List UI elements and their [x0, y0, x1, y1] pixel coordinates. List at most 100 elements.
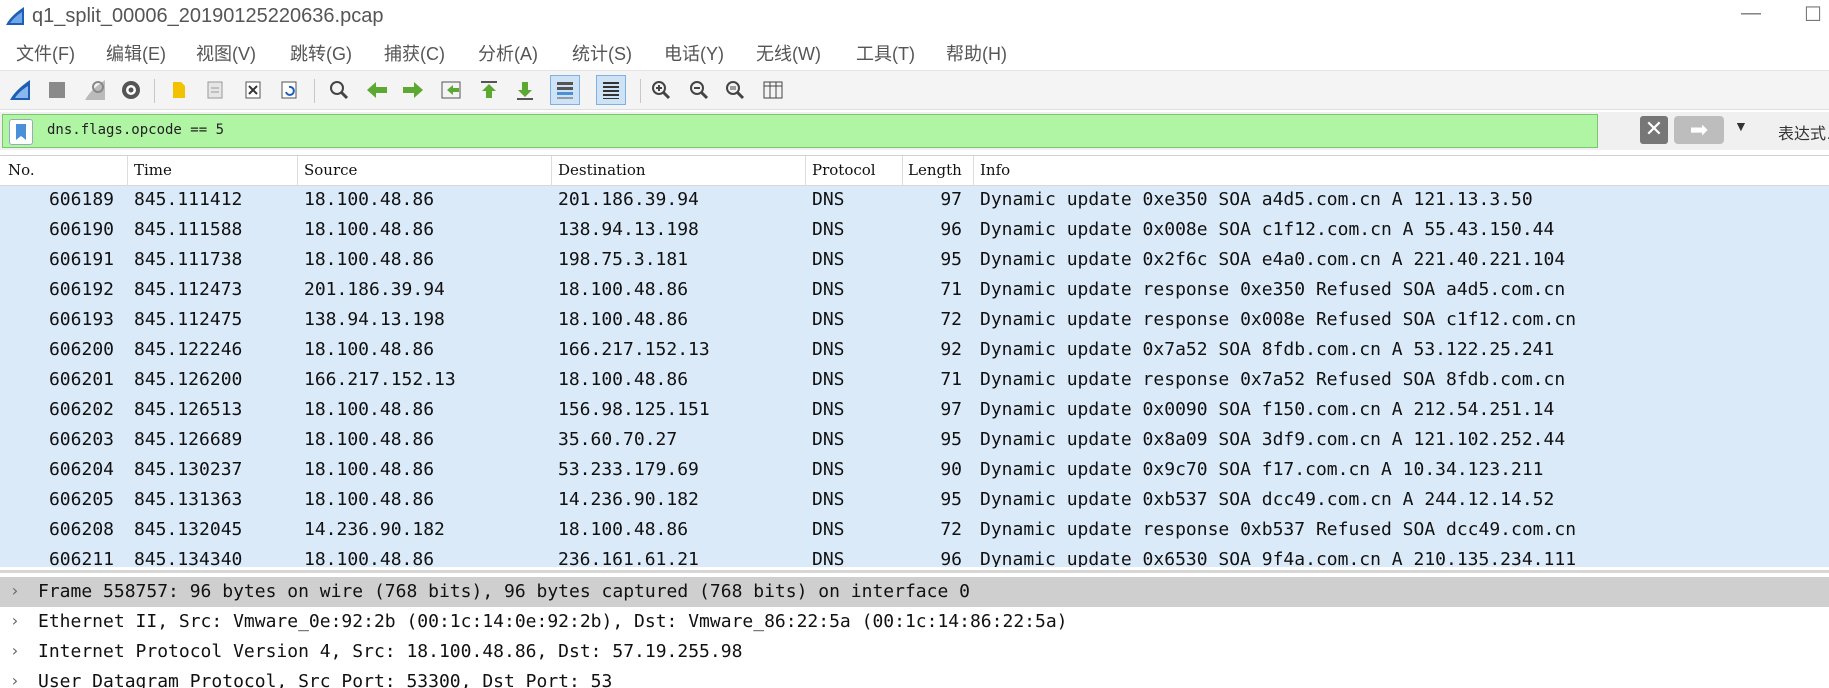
capture-options-icon[interactable] [116, 75, 146, 105]
packet-source: 18.100.48.86 [304, 399, 435, 420]
column-time[interactable]: Time [134, 161, 172, 179]
detail-tree-item[interactable]: › Frame 558757: 96 bytes on wire (768 bit… [0, 577, 1829, 607]
packet-row[interactable]: 606204 845.130237 18.100.48.86 53.233.179.6… [0, 456, 1829, 486]
filter-expression-button[interactable]: 表达式… [1778, 120, 1829, 144]
column-no[interactable]: No. [8, 161, 35, 179]
packet-length: 95 [940, 249, 962, 270]
filter-bookmark-icon[interactable] [9, 119, 33, 145]
column-length[interactable]: Length [908, 161, 962, 179]
packet-row[interactable]: 606201 845.126200 166.217.152.13 18.100.48.… [0, 366, 1829, 396]
column-source[interactable]: Source [304, 161, 357, 179]
expand-arrow-icon[interactable]: › [10, 641, 20, 660]
packet-list: No. Time Source Destination Protocol Len… [0, 155, 1829, 567]
packet-row[interactable]: 606208 845.132045 14.236.90.182 18.100.48.8… [0, 516, 1829, 546]
packet-number: 606192 [48, 279, 114, 300]
packet-info: Dynamic update 0x6530 SOA 9f4a.com.cn A … [980, 549, 1577, 567]
packet-length: 95 [940, 489, 962, 510]
packet-row[interactable]: 606190 845.111588 18.100.48.86 138.94.13.19… [0, 216, 1829, 246]
packet-source: 18.100.48.86 [304, 189, 435, 210]
packet-number: 606191 [48, 249, 114, 270]
go-to-packet-icon[interactable] [436, 75, 466, 105]
resize-columns-icon[interactable] [758, 75, 788, 105]
start-capture-icon[interactable] [5, 75, 35, 105]
packet-row[interactable]: 606193 845.112475 138.94.13.198 18.100.48.8… [0, 306, 1829, 336]
column-destination[interactable]: Destination [558, 161, 646, 179]
packet-row[interactable]: 606191 845.111738 18.100.48.86 198.75.3.181… [0, 246, 1829, 276]
packet-row[interactable]: 606200 845.122246 18.100.48.86 166.217.152.… [0, 336, 1829, 366]
clear-filter-button[interactable]: ✕ [1640, 116, 1668, 144]
go-first-icon[interactable] [474, 75, 504, 105]
detail-tree-item[interactable]: › User Datagram Protocol, Src Port: 53300… [0, 667, 1829, 688]
expand-arrow-icon[interactable]: › [10, 671, 20, 688]
detail-tree-item[interactable]: › Ethernet II, Src: Vmware_0e:92:2b (00:1… [0, 607, 1829, 637]
restart-capture-icon[interactable] [80, 75, 110, 105]
go-last-icon[interactable] [510, 75, 540, 105]
zoom-out-icon[interactable] [684, 75, 714, 105]
packet-time: 845.132045 [134, 519, 243, 540]
filter-text[interactable]: dns.flags.opcode == 5 [47, 122, 224, 138]
packet-source: 18.100.48.86 [304, 459, 435, 480]
expand-arrow-icon[interactable]: › [10, 611, 20, 630]
filter-history-dropdown[interactable]: ▼ [1734, 118, 1748, 134]
menu-help[interactable]: 帮助(H) [946, 40, 1007, 66]
packet-row[interactable]: 606192 845.112473 201.186.39.94 18.100.48.8… [0, 276, 1829, 306]
auto-scroll-icon[interactable] [550, 75, 580, 105]
packet-number: 606202 [48, 399, 114, 420]
packet-time: 845.122246 [134, 339, 243, 360]
column-info[interactable]: Info [980, 161, 1010, 179]
packet-source: 14.236.90.182 [304, 519, 445, 540]
expand-arrow-icon[interactable]: › [10, 581, 20, 600]
packet-length: 92 [940, 339, 962, 360]
packet-protocol: DNS [812, 369, 845, 390]
menu-file[interactable]: 文件(F) [16, 40, 75, 66]
open-file-icon[interactable] [164, 75, 194, 105]
maximize-button[interactable]: ☐ [1798, 2, 1828, 30]
go-forward-icon[interactable] [398, 75, 428, 105]
window-title: q1_split_00006_20190125220636.pcap [32, 5, 384, 27]
stop-capture-icon[interactable] [42, 75, 72, 105]
reload-file-icon[interactable] [274, 75, 304, 105]
find-packet-icon[interactable] [324, 75, 354, 105]
packet-number: 606203 [48, 429, 114, 450]
menu-analyze[interactable]: 分析(A) [478, 40, 538, 66]
column-protocol[interactable]: Protocol [812, 161, 876, 179]
packet-row[interactable]: 606211 845.134340 18.100.48.86 236.161.61.2… [0, 546, 1829, 567]
menu-capture[interactable]: 捕获(C) [384, 40, 445, 66]
minimize-button[interactable]: — [1736, 2, 1766, 30]
packet-length: 97 [940, 399, 962, 420]
menu-telephony[interactable]: 电话(Y) [664, 40, 724, 66]
packet-row[interactable]: 606189 845.111412 18.100.48.86 201.186.39.9… [0, 186, 1829, 216]
colorize-icon[interactable] [596, 75, 626, 105]
go-back-icon[interactable] [362, 75, 392, 105]
packet-source: 18.100.48.86 [304, 549, 435, 567]
zoom-normal-icon[interactable] [720, 75, 750, 105]
menu-tools[interactable]: 工具(T) [856, 40, 915, 66]
detail-tree-item[interactable]: › Internet Protocol Version 4, Src: 18.10… [0, 637, 1829, 667]
packet-length: 71 [940, 279, 962, 300]
packet-row[interactable]: 606205 845.131363 18.100.48.86 14.236.90.18… [0, 486, 1829, 516]
zoom-in-icon[interactable] [646, 75, 676, 105]
packet-info: Dynamic update 0xe350 SOA a4d5.com.cn A … [980, 189, 1533, 210]
save-file-icon[interactable] [200, 75, 230, 105]
packet-protocol: DNS [812, 189, 845, 210]
packet-protocol: DNS [812, 399, 845, 420]
menu-bar: 文件(F) 编辑(E) 视图(V) 跳转(G) 捕获(C) 分析(A) 统计(S… [0, 36, 1829, 66]
packet-destination: 156.98.125.151 [558, 399, 710, 420]
packet-protocol: DNS [812, 249, 845, 270]
menu-view[interactable]: 视图(V) [196, 40, 256, 66]
detail-tree-item-label: Internet Protocol Version 4, Src: 18.100… [38, 641, 743, 662]
menu-wireless[interactable]: 无线(W) [756, 40, 821, 66]
packet-row[interactable]: 606202 845.126513 18.100.48.86 156.98.125.1… [0, 396, 1829, 426]
packet-protocol: DNS [812, 459, 845, 480]
menu-statistics[interactable]: 统计(S) [572, 40, 632, 66]
apply-filter-button[interactable]: ➡ [1674, 116, 1724, 144]
packet-length: 96 [940, 549, 962, 567]
close-file-icon[interactable] [238, 75, 268, 105]
display-filter-input[interactable]: dns.flags.opcode == 5 [2, 114, 1598, 148]
menu-edit[interactable]: 编辑(E) [106, 40, 166, 66]
packet-row[interactable]: 606203 845.126689 18.100.48.86 35.60.70.27 D… [0, 426, 1829, 456]
menu-go[interactable]: 跳转(G) [290, 40, 352, 66]
packet-info: Dynamic update 0x2f6c SOA e4a0.com.cn A … [980, 249, 1566, 270]
packet-number: 606211 [48, 549, 114, 567]
packet-destination: 18.100.48.86 [558, 309, 689, 330]
